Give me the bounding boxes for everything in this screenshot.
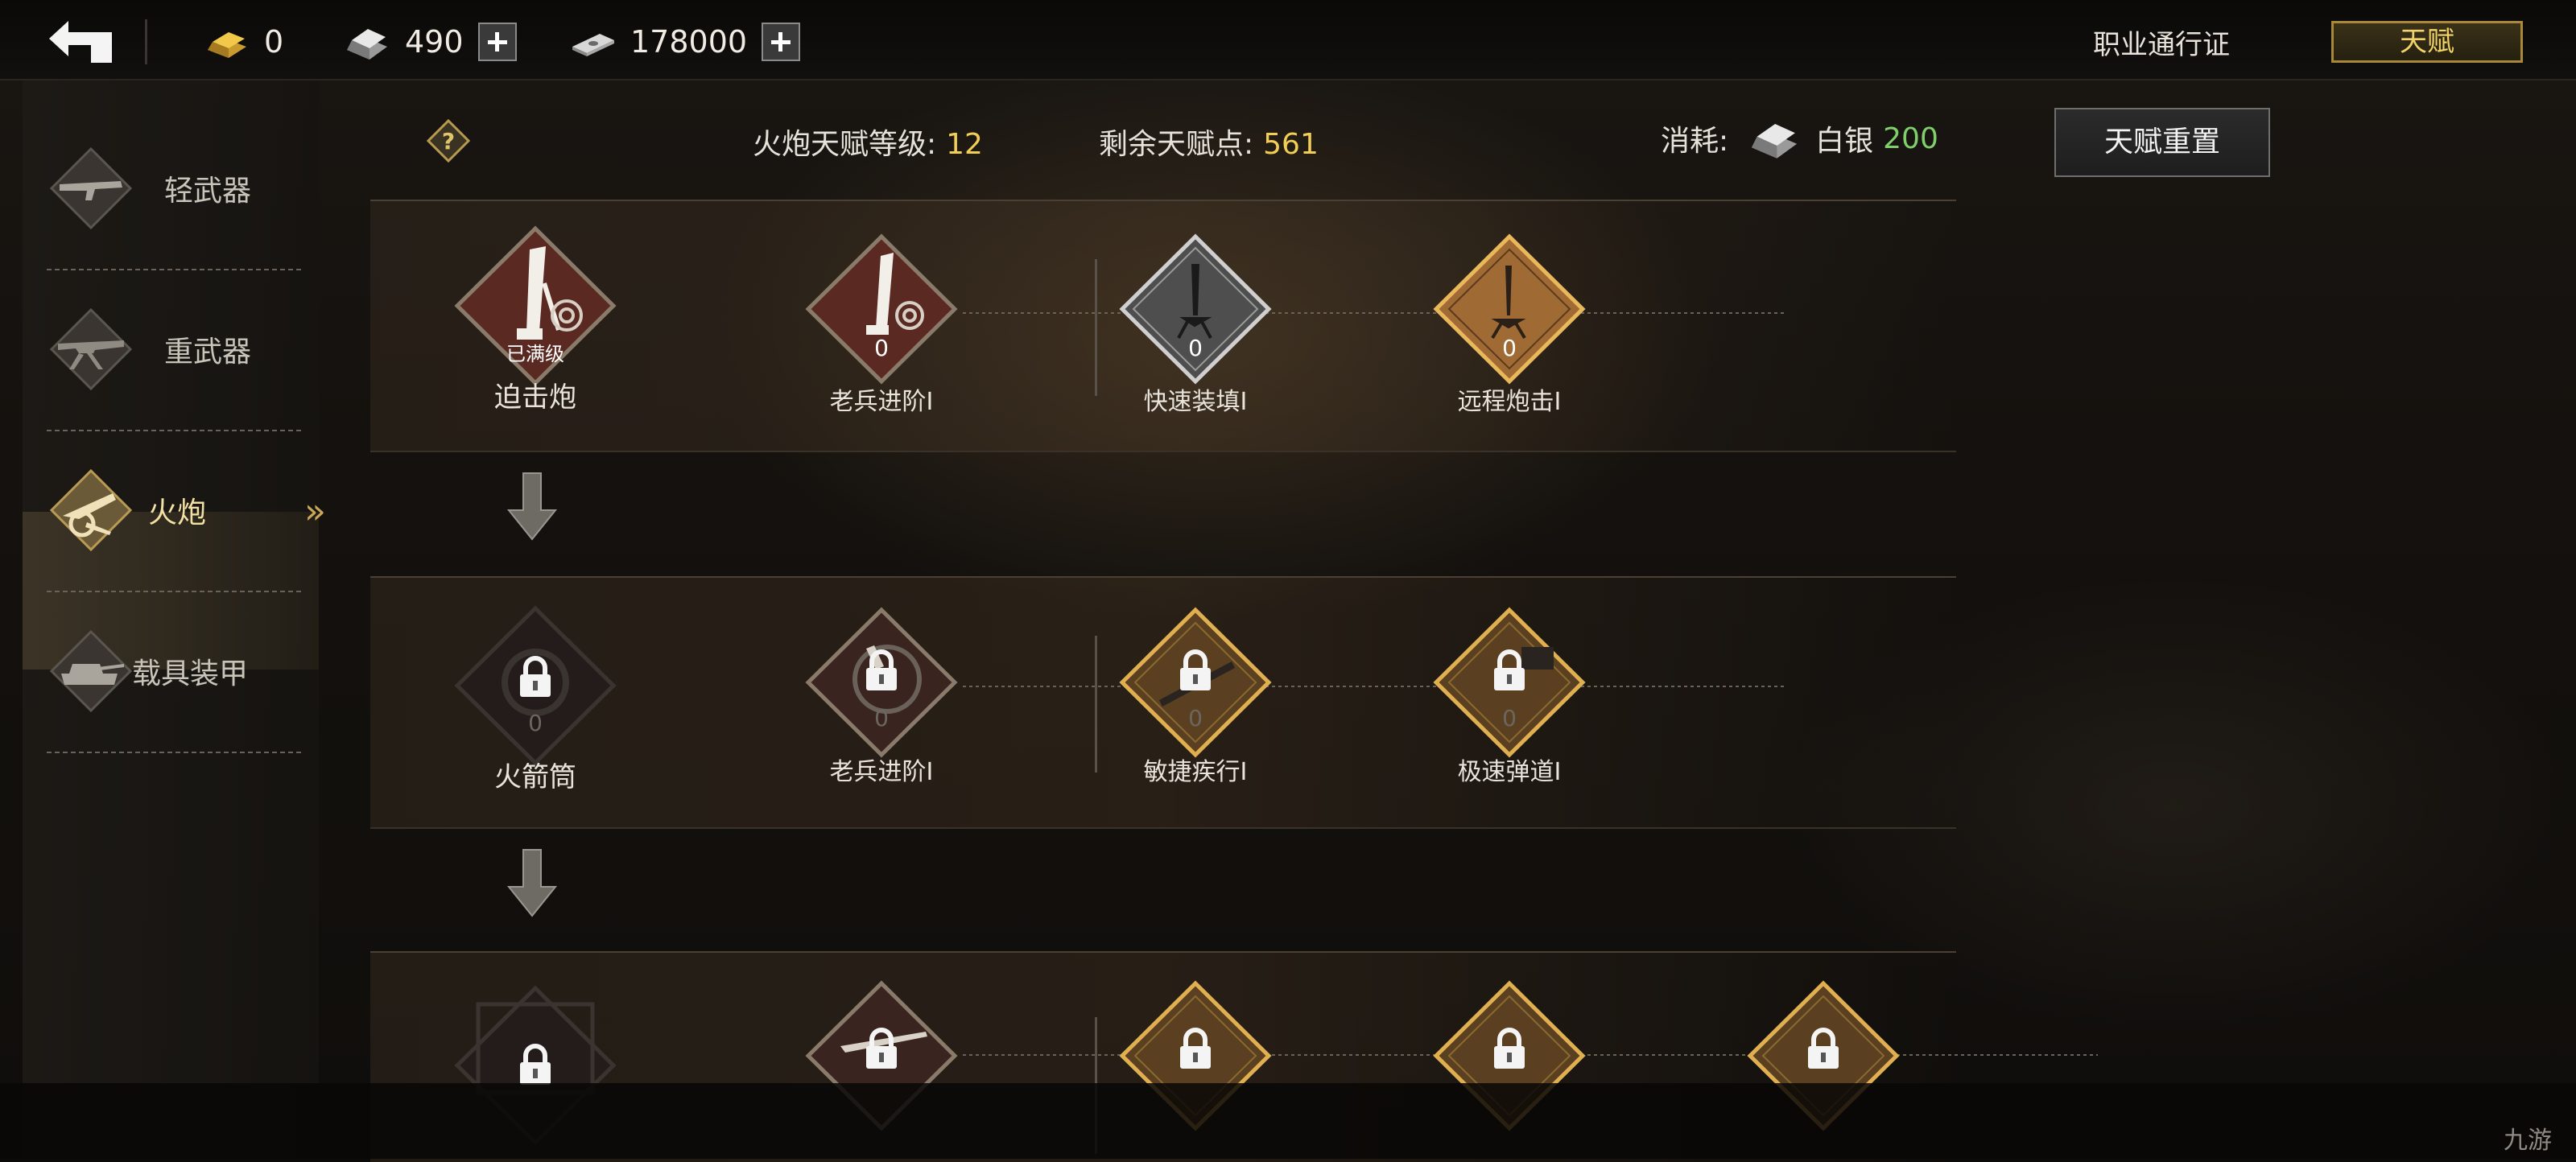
add-banknote-button[interactable]: [762, 23, 801, 61]
lock-icon: [1494, 649, 1525, 690]
chevron-right-icon: »: [304, 491, 326, 532]
mortar-icon: [1119, 233, 1272, 385]
help-icon[interactable]: ?: [427, 119, 470, 163]
topbar-divider: [145, 19, 147, 64]
gold-bar-icon: [208, 32, 246, 58]
watermark-text: 九游: [2504, 1127, 2552, 1155]
currency-gold: 0: [201, 18, 283, 66]
talent-count: 0: [874, 335, 889, 361]
talent-node-mortar-main[interactable]: 已满级 迫击炮: [451, 225, 620, 414]
talent-level: 火炮天赋等级: 12: [753, 121, 983, 163]
sidebar-item-label: 重武器: [164, 336, 252, 369]
sidebar-item-heavy-weapons[interactable]: 重武器: [47, 270, 304, 428]
talent-name: 远程炮击I: [1457, 388, 1562, 416]
reset-cost: 消耗: 白银 200: [1661, 117, 1938, 160]
silver-bar-icon: [347, 29, 387, 60]
talent-connector: [963, 312, 1784, 314]
category-sidebar: 轻武器 重武器 火炮 载具装甲: [23, 80, 319, 1159]
tab-talent[interactable]: 天赋: [2331, 21, 2523, 63]
lock-icon: [1808, 1028, 1839, 1069]
lock-icon: [1494, 1028, 1525, 1069]
talent-connector: [963, 686, 1784, 687]
bottom-bar: [0, 1083, 2576, 1159]
cost-currency: 白银: [1815, 125, 1874, 158]
talent-node-fast-reload[interactable]: 0 快速装填I: [1111, 232, 1280, 416]
banknote-amount: 178000: [630, 24, 748, 60]
talent-row-mortar: 已满级 迫击炮 0 老兵进阶I 0 快速装填I 0 远程炮击I: [370, 200, 1956, 452]
rifle-icon: [49, 146, 133, 230]
talent-count: 0: [528, 710, 543, 736]
lock-icon: [520, 656, 551, 697]
talent-name: 快速装填I: [1143, 388, 1248, 416]
talent-count: 0: [1502, 335, 1517, 361]
sidebar-item-label: 载具装甲: [132, 657, 249, 690]
arrow-down-icon: [506, 472, 558, 541]
sidebar-item-vehicle-armor[interactable]: 载具装甲: [47, 592, 304, 750]
talent-count: 0: [1188, 335, 1203, 361]
talent-level-label: 火炮天赋等级:: [753, 128, 937, 161]
back-arrow-icon[interactable]: [44, 14, 117, 66]
talent-name: 老兵进阶I: [829, 758, 934, 786]
sidebar-item-label: 轻武器: [164, 175, 252, 208]
talent-node-long-range[interactable]: 0 远程炮击I: [1425, 232, 1594, 416]
cost-label: 消耗:: [1661, 125, 1729, 158]
currency-silver: 490: [342, 18, 517, 66]
gold-amount: 0: [264, 24, 284, 60]
cannon-icon: [49, 468, 133, 552]
lock-icon: [1180, 649, 1211, 690]
talent-node-veteran-2[interactable]: 0 老兵进阶I: [797, 605, 966, 786]
svg-text:?: ?: [442, 128, 455, 155]
talent-count: 0: [874, 705, 889, 731]
career-pass-link[interactable]: 职业通行证: [2093, 23, 2230, 62]
talent-count: 0: [1502, 705, 1517, 731]
remaining-points: 剩余天赋点: 561: [1099, 121, 1319, 163]
top-bar: 0 490 178000 职业通行证 天赋: [0, 0, 2576, 80]
lock-icon: [866, 649, 897, 690]
max-level-badge: 已满级: [506, 343, 564, 365]
add-silver-button[interactable]: [477, 23, 517, 61]
talent-node-veteran-1[interactable]: 0 老兵进阶I: [797, 232, 966, 416]
talent-name: 迫击炮: [494, 381, 576, 414]
lock-icon: [1180, 1028, 1211, 1069]
talent-node-rapid-ballistics[interactable]: 0 极速弹道I: [1425, 605, 1594, 786]
banknote-icon: [572, 34, 614, 56]
remaining-points-label: 剩余天赋点:: [1099, 128, 1254, 161]
row-divider: [1095, 259, 1097, 396]
silver-amount: 490: [405, 24, 464, 60]
talent-reset-button[interactable]: 天赋重置: [2054, 108, 2270, 177]
cost-value: 200: [1883, 122, 1938, 155]
silver-bar-icon: [1752, 124, 1798, 159]
talent-row-bazooka: 0 火箭筒 0 老兵进阶I 0 敏捷疾行I 0 极速弹道I: [370, 576, 1956, 829]
talent-name: 火箭筒: [494, 761, 576, 793]
talent-name: 极速弹道I: [1457, 758, 1562, 786]
currency-banknote: 178000: [568, 18, 801, 66]
sidebar-item-label: 火炮: [148, 497, 207, 529]
tank-icon: [49, 629, 133, 713]
lock-icon: [866, 1028, 897, 1069]
sidebar-item-artillery[interactable]: 火炮: [47, 431, 304, 589]
talent-name: 老兵进阶I: [829, 388, 934, 416]
sidebar-divider: [47, 752, 304, 753]
machine-gun-icon: [49, 307, 133, 391]
talent-count: 0: [1188, 705, 1203, 731]
arrow-down-icon: [506, 849, 558, 917]
sidebar-item-light-weapons[interactable]: 轻武器: [47, 109, 304, 267]
talent-node-agile-march[interactable]: 0 敏捷疾行I: [1111, 605, 1280, 786]
talent-node-bazooka-main[interactable]: 0 火箭筒: [451, 605, 620, 793]
remaining-points-value: 561: [1263, 128, 1319, 161]
mortar-icon: [805, 233, 958, 385]
talent-name: 敏捷疾行I: [1143, 758, 1248, 786]
lock-icon: [520, 1044, 551, 1085]
talent-level-value: 12: [946, 128, 983, 161]
mortar-icon: [1433, 233, 1586, 385]
